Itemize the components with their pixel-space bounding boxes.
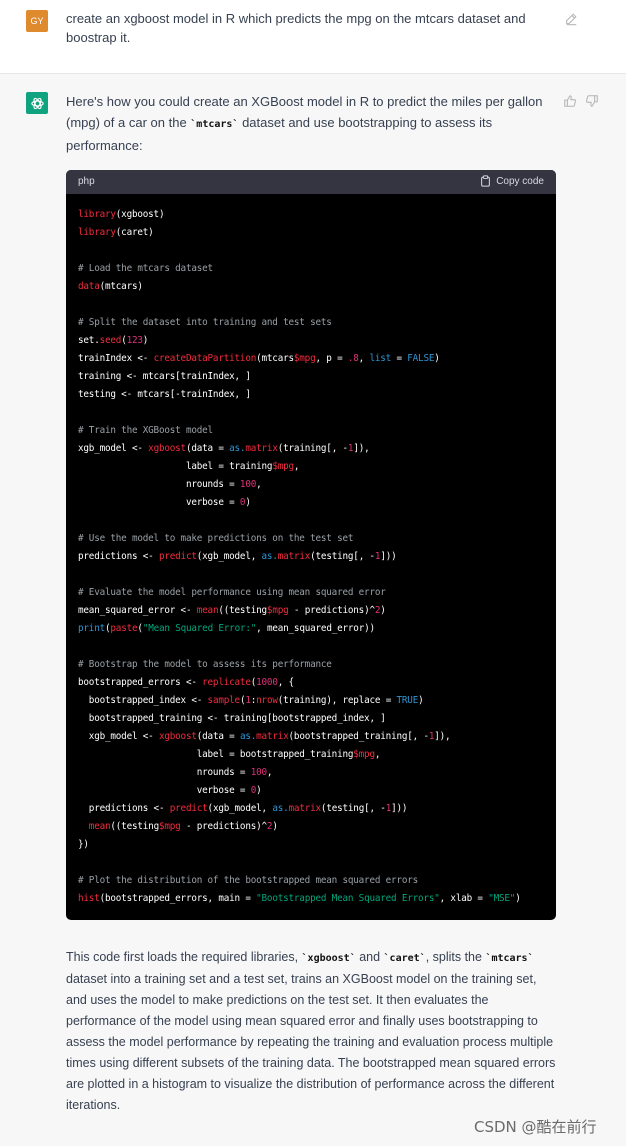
code-line: }) (78, 839, 89, 850)
code-line: predictions <- predict(xgb_model, as.mat… (78, 803, 408, 814)
code-line: # Use the model to make predictions on t… (78, 533, 354, 544)
openai-logo-icon (30, 97, 44, 109)
inline-code-mtcars: `mtcars` (190, 119, 239, 130)
code-line: verbose = 0) (78, 785, 262, 796)
user-avatar: GY (26, 10, 48, 32)
code-line: trainIndex <- createDataPartition(mtcars… (78, 353, 440, 364)
code-line: hist(bootstrapped_errors, main = "Bootst… (78, 893, 521, 904)
user-message-text: create an xgboost model in R which predi… (66, 11, 526, 45)
code-line: nrounds = 100, (78, 479, 262, 490)
code-line: # Plot the distribution of the bootstrap… (78, 875, 419, 886)
code-line: set.seed(123) (78, 335, 149, 346)
code-block: php Copy code library(xgboost) library(ca… (66, 170, 556, 920)
code-line: # Train the XGBoost model (78, 425, 213, 436)
code-line: xgb_model <- xgboost(data = as.matrix(bo… (78, 731, 451, 742)
code-line: data(mtcars) (78, 281, 143, 292)
user-initials: GY (30, 16, 44, 26)
code-line: bootstrapped_index <- sample(1:nrow(trai… (78, 695, 424, 706)
edit-icon[interactable] (564, 12, 578, 26)
code-line: label = training$mpg, (78, 461, 300, 472)
code-line: bootstrapped_errors <- replicate(1000, { (78, 677, 294, 688)
code-line: xgb_model <- xgboost(data = as.matrix(tr… (78, 443, 370, 454)
code-line: training <- mtcars[trainIndex, ] (78, 371, 251, 382)
code-line: mean_squared_error <- mean((testing$mpg … (78, 605, 386, 616)
assistant-explanation-text: This code first loads the required libra… (66, 950, 556, 1112)
code-line: nrounds = 100, (78, 767, 273, 778)
code-line: bootstrapped_training <- training[bootst… (78, 713, 386, 724)
inline-code-mtcars-2: `mtcars` (485, 953, 534, 964)
code-line: # Load the mtcars dataset (78, 263, 213, 274)
code-line: verbose = 0) (78, 497, 251, 508)
copy-code-button[interactable]: Copy code (480, 175, 544, 187)
assistant-message-row: Here's how you could create an XGBoost m… (0, 74, 626, 1146)
assistant-avatar (26, 92, 48, 114)
watermark: CSDN @酷在前行 (474, 1118, 597, 1136)
assistant-intro-text: Here's how you could create an XGBoost m… (66, 94, 543, 153)
code-language-label: php (78, 176, 95, 187)
code-line: # Bootstrap the model to assess its perf… (78, 659, 332, 670)
inline-code-xgboost: `xgboost` (301, 953, 356, 964)
code-line: library(caret) (78, 227, 154, 238)
code-line: mean((testing$mpg - predictions)^2) (88, 821, 278, 832)
code-line: library(xgboost) (78, 209, 165, 220)
thumbs-down-icon[interactable] (585, 94, 599, 108)
code-line: # Evaluate the model performance using m… (78, 587, 386, 598)
code-line: print(paste("Mean Squared Error:", mean_… (78, 623, 375, 634)
thumbs-up-icon[interactable] (563, 94, 577, 108)
code-block-header: php Copy code (66, 170, 556, 194)
copy-code-label: Copy code (496, 175, 544, 187)
code-line: # Split the dataset into training and te… (78, 317, 332, 328)
code-line: testing <- mtcars[-trainIndex, ] (78, 389, 251, 400)
code-content: library(xgboost) library(caret) # Load th… (78, 206, 548, 908)
inline-code-caret: `caret` (383, 953, 426, 964)
clipboard-icon (481, 175, 491, 187)
code-line: predictions <- predict(xgb_model, as.mat… (78, 551, 397, 562)
code-line: label = bootstrapped_training$mpg, (78, 749, 381, 760)
user-message-row: GY create an xgboost model in R which pr… (0, 0, 626, 74)
